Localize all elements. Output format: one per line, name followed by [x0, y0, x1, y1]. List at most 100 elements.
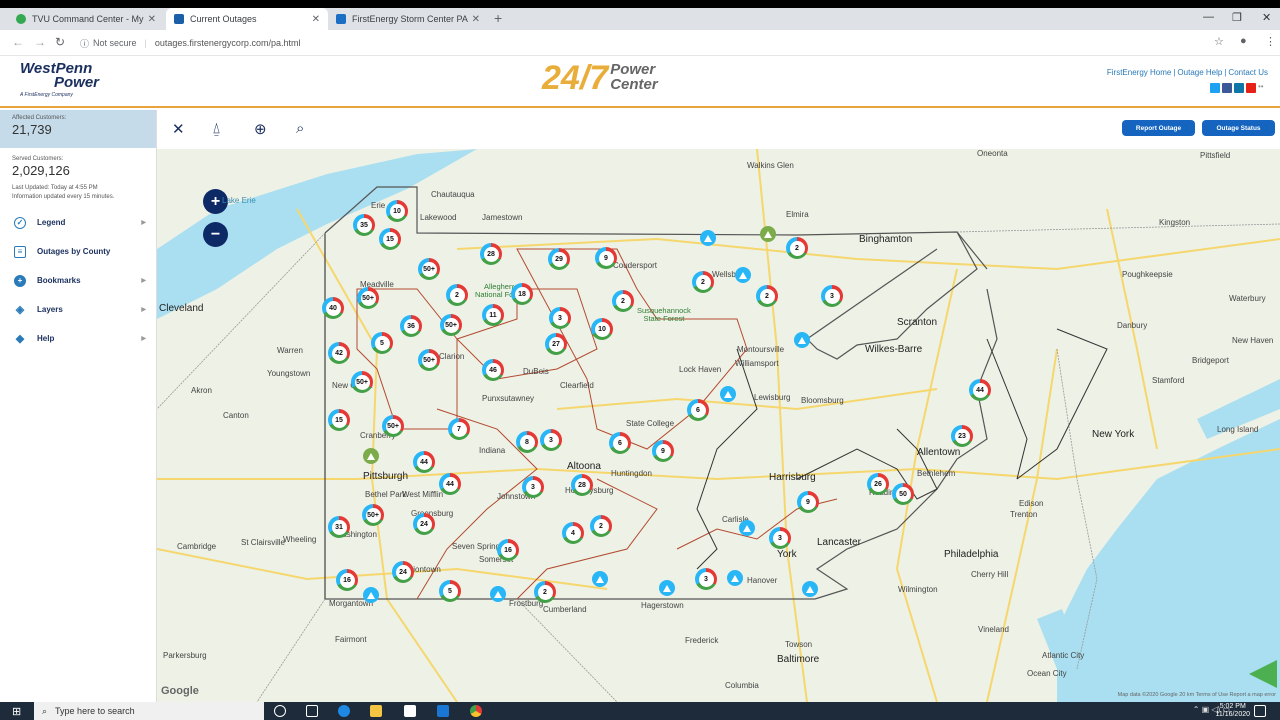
crew-marker[interactable] — [794, 332, 810, 348]
outage-marker[interactable]: 50+ — [357, 287, 379, 309]
mail-icon[interactable] — [437, 705, 449, 717]
taskbar-search[interactable]: ⌕ Type here to search — [34, 702, 264, 720]
crew-marker[interactable] — [735, 267, 751, 283]
outage-marker[interactable]: 24 — [392, 561, 414, 583]
info-icon[interactable]: ⓘ — [80, 37, 89, 50]
firstenergy-home-link[interactable]: FirstEnergy Home — [1107, 68, 1171, 77]
outage-marker[interactable]: 16 — [497, 539, 519, 561]
outage-marker[interactable]: 10 — [591, 318, 613, 340]
outage-map[interactable]: + − Cleveland Akron Canton Youngstown Wa… — [157, 149, 1280, 702]
tab-current-outages[interactable]: Current Outages ✕ — [166, 8, 328, 30]
crew-marker[interactable] — [363, 587, 379, 603]
search-icon[interactable]: ⌕ — [296, 120, 304, 137]
outage-marker[interactable]: 50+ — [418, 258, 440, 280]
chrome-icon[interactable] — [470, 705, 482, 717]
outage-marker[interactable]: 9 — [652, 440, 674, 462]
outage-marker[interactable]: 3 — [769, 527, 791, 549]
outage-marker[interactable]: 2 — [756, 285, 778, 307]
crew-marker[interactable] — [363, 448, 379, 464]
outage-marker[interactable]: 44 — [439, 473, 461, 495]
linkedin-icon[interactable] — [1234, 83, 1244, 93]
sidebar-item-help[interactable]: ◆ Help ▶ — [0, 324, 156, 353]
youtube-icon[interactable] — [1246, 83, 1256, 93]
outage-marker[interactable]: 40 — [322, 297, 344, 319]
outage-marker[interactable]: 15 — [379, 228, 401, 250]
store-icon[interactable] — [404, 705, 416, 717]
outage-marker[interactable]: 31 — [328, 516, 350, 538]
menu-icon[interactable]: ⋮ — [1265, 35, 1276, 48]
user-location-icon[interactable]: ⍙ — [212, 120, 221, 137]
locate-crosshair-icon[interactable]: ⊕ — [254, 120, 267, 138]
crew-marker[interactable] — [700, 230, 716, 246]
outage-marker[interactable]: 6 — [609, 432, 631, 454]
outage-status-button[interactable]: Outage Status — [1202, 120, 1275, 136]
outage-marker[interactable]: 3 — [522, 476, 544, 498]
outage-marker[interactable]: 3 — [821, 285, 843, 307]
new-tab-button[interactable]: + — [494, 10, 502, 26]
close-window-icon[interactable]: ✕ — [1262, 11, 1271, 24]
outage-marker[interactable]: 10 — [386, 200, 408, 222]
outage-marker[interactable]: 3 — [540, 429, 562, 451]
outage-marker[interactable]: 29 — [548, 248, 570, 270]
facebook-icon[interactable] — [1222, 83, 1232, 93]
outage-marker[interactable]: 50 — [892, 483, 914, 505]
notifications-icon[interactable] — [1254, 705, 1266, 717]
url-field[interactable]: ⓘ Not secure | outages.firstenergycorp.c… — [80, 34, 1230, 52]
file-explorer-icon[interactable] — [370, 705, 382, 717]
outage-marker[interactable]: 5 — [439, 580, 461, 602]
close-icon[interactable]: ✕ — [172, 120, 185, 138]
tab-tvu-command-center[interactable]: TVU Command Center - My Rec ✕ — [8, 8, 164, 30]
outage-marker[interactable]: 5 — [371, 332, 393, 354]
crew-marker[interactable] — [727, 570, 743, 586]
task-view-icon[interactable] — [306, 705, 318, 717]
outage-marker[interactable]: 11 — [482, 304, 504, 326]
outage-marker[interactable]: 2 — [786, 237, 808, 259]
outage-marker[interactable]: 50+ — [362, 504, 384, 526]
minimize-icon[interactable]: — — [1203, 11, 1214, 23]
reload-icon[interactable]: ↻ — [55, 35, 65, 49]
sidebar-item-legend[interactable]: ✓ Legend ▶ — [0, 208, 156, 237]
close-icon[interactable]: ✕ — [472, 14, 480, 25]
outage-marker[interactable]: 36 — [400, 315, 422, 337]
crew-marker[interactable] — [592, 571, 608, 587]
crew-marker[interactable] — [739, 520, 755, 536]
outage-marker[interactable]: 2 — [612, 290, 634, 312]
edge-icon[interactable] — [338, 705, 350, 717]
clock[interactable]: 5:02 PM 11/16/2020 — [1215, 703, 1250, 719]
windows-start-icon[interactable]: ⊞ — [12, 705, 21, 718]
outage-marker[interactable]: 42 — [328, 342, 350, 364]
crew-marker[interactable] — [659, 580, 675, 596]
outage-marker[interactable]: 28 — [571, 474, 593, 496]
outage-marker[interactable]: 23 — [951, 425, 973, 447]
outage-marker[interactable]: 27 — [545, 333, 567, 355]
crew-marker[interactable] — [802, 581, 818, 597]
outage-marker[interactable]: 9 — [797, 491, 819, 513]
twitter-icon[interactable] — [1210, 83, 1220, 93]
star-icon[interactable]: ☆ — [1214, 35, 1224, 48]
sidebar-item-layers[interactable]: ◈ Layers ▶ — [0, 295, 156, 324]
map-attribution[interactable]: Map data ©2020 Google 20 km Terms of Use… — [1118, 692, 1276, 698]
outage-marker[interactable]: 6 — [687, 399, 709, 421]
close-icon[interactable]: ✕ — [148, 14, 156, 25]
outage-marker[interactable]: 2 — [590, 515, 612, 537]
outage-marker[interactable]: 7 — [448, 418, 470, 440]
flickr-icon[interactable]: •• — [1258, 83, 1268, 93]
close-icon[interactable]: ✕ — [312, 14, 320, 25]
maximize-icon[interactable]: ❐ — [1232, 11, 1242, 24]
outage-marker[interactable]: 9 — [595, 247, 617, 269]
outage-marker[interactable]: 35 — [353, 214, 375, 236]
outage-marker[interactable]: 2 — [446, 284, 468, 306]
forward-icon[interactable]: → — [34, 35, 46, 49]
tab-firstenergy-storm-center[interactable]: FirstEnergy Storm Center PA ✕ — [328, 8, 488, 30]
outage-marker[interactable]: 44 — [969, 379, 991, 401]
westpenn-logo[interactable]: WestPenn Power A FirstEnergy Company — [20, 61, 99, 98]
outage-marker[interactable]: 26 — [867, 473, 889, 495]
profile-icon[interactable]: ● — [1240, 35, 1247, 47]
outage-marker[interactable]: 50+ — [418, 349, 440, 371]
sidebar-item-bookmarks[interactable]: + Bookmarks ▶ — [0, 266, 156, 295]
contact-us-link[interactable]: Contact Us — [1228, 68, 1268, 77]
outage-marker[interactable]: 2 — [692, 271, 714, 293]
outage-marker[interactable]: 15 — [328, 409, 350, 431]
zoom-out-button[interactable]: − — [203, 222, 228, 247]
outage-marker[interactable]: 28 — [480, 243, 502, 265]
